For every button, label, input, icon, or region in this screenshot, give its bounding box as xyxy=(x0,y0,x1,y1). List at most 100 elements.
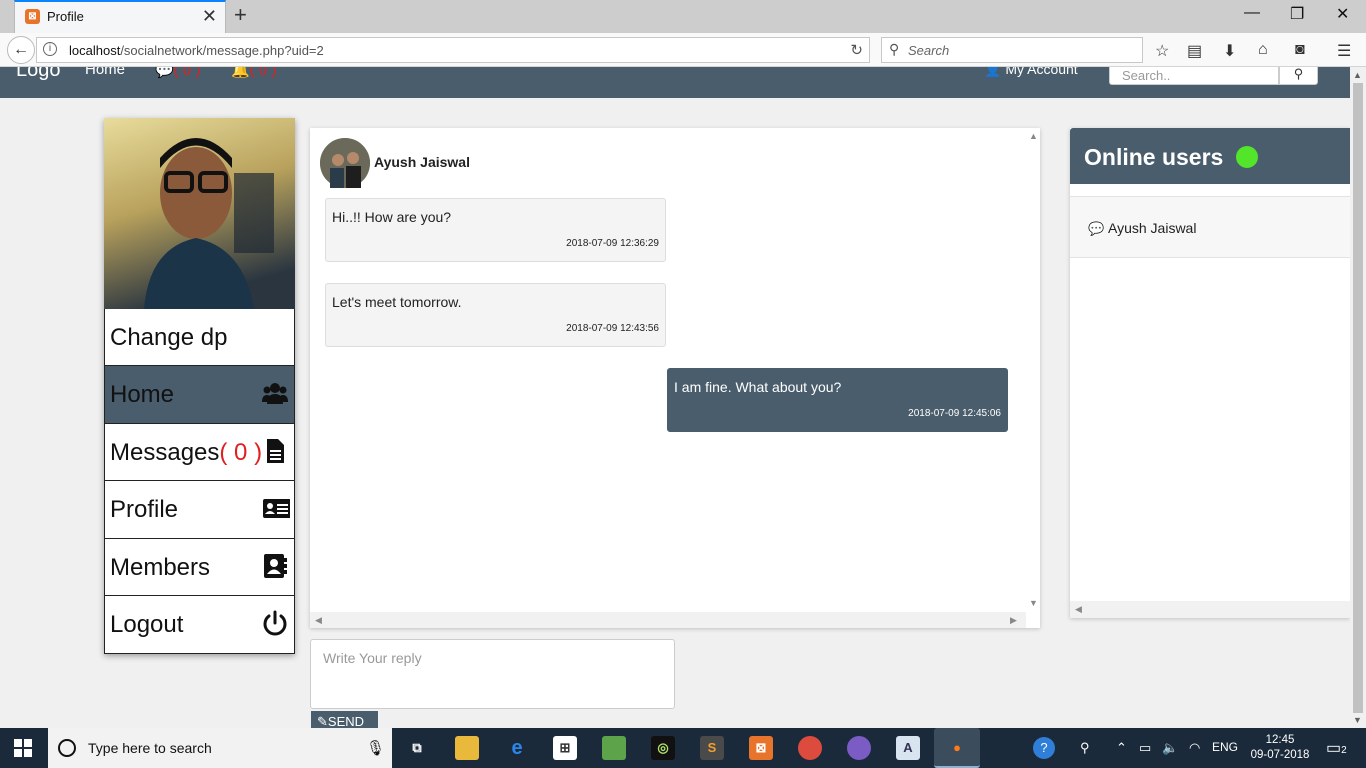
send-button[interactable]: ✎SEND xyxy=(311,711,378,728)
reply-textarea[interactable]: Write Your reply xyxy=(310,639,675,709)
page-scrollbar[interactable]: ▲ ▼ xyxy=(1350,67,1366,728)
taskbar-search-input[interactable]: Type here to search 🎙 xyxy=(48,728,392,768)
search-icon: ⚲ xyxy=(889,41,900,57)
id-card-icon xyxy=(263,499,290,518)
chevron-up-icon[interactable]: ⌃ xyxy=(1116,740,1127,756)
reload-icon[interactable]: ↻ xyxy=(850,41,863,59)
windows-start-icon[interactable] xyxy=(14,739,32,757)
online-users-title: Online users xyxy=(1084,144,1224,170)
close-tab-icon[interactable]: ✕ xyxy=(202,7,217,25)
scroll-down-icon[interactable]: ▼ xyxy=(1029,598,1038,608)
message-bubble: Let's meet tomorrow. 2018-07-09 12:43:56 xyxy=(325,283,666,347)
file-explorer-icon[interactable] xyxy=(455,736,479,760)
scroll-up-icon[interactable]: ▲ xyxy=(1029,131,1038,141)
bookmark-star-icon[interactable]: ☆ xyxy=(1155,41,1169,61)
help-icon[interactable]: ? xyxy=(1033,737,1055,759)
microphone-icon[interactable]: 🎙 xyxy=(366,739,385,757)
message-text: Let's meet tomorrow. xyxy=(332,294,462,310)
sidebar-item-home[interactable]: Home xyxy=(104,366,295,424)
online-users-header: Online users xyxy=(1070,128,1350,184)
users-icon xyxy=(262,383,288,404)
nav-notifications-link[interactable]: 🔔( 0 ) xyxy=(231,67,276,79)
xampp-icon[interactable]: ⊠ xyxy=(749,736,773,760)
nav-messages-link[interactable]: 💬( 0 ) xyxy=(155,67,200,79)
task-view-icon[interactable]: ⧉ xyxy=(405,736,429,760)
menu-icon[interactable]: ☰ xyxy=(1337,41,1351,61)
page-viewport: Logo Home 💬( 0 ) 🔔( 0 ) 👤 My Account Sea… xyxy=(0,67,1350,728)
sidebar-item-profile[interactable]: Profile xyxy=(104,481,295,539)
home-icon[interactable]: ⌂ xyxy=(1258,41,1268,59)
notification-center-icon[interactable]: ▭2 xyxy=(1326,738,1347,758)
wifi-icon[interactable]: ◠ xyxy=(1189,740,1200,756)
online-users-panel: Online users 💬 Ayush Jaiswal ◀ xyxy=(1070,128,1350,618)
sidebar-item-members[interactable]: Members xyxy=(104,538,295,596)
chat-horizontal-scrollbar[interactable]: ◀ ▶ xyxy=(310,612,1026,628)
scroll-left-icon[interactable]: ◀ xyxy=(315,615,322,626)
browser-tab-bar: ⊠ Profile ✕ + — ❐ ✕ xyxy=(0,0,1366,33)
scroll-left-icon[interactable]: ◀ xyxy=(1075,604,1082,615)
nav-home-link[interactable]: Home xyxy=(85,67,125,78)
online-users-scrollbar[interactable]: ◀ xyxy=(1070,601,1350,618)
scroll-down-icon[interactable]: ▼ xyxy=(1353,715,1362,725)
profile-photo xyxy=(104,118,295,309)
people-icon[interactable]: ⚲ xyxy=(1080,740,1090,756)
reading-list-icon[interactable]: ▤ xyxy=(1187,41,1202,61)
scroll-right-icon[interactable]: ▶ xyxy=(1010,615,1017,626)
online-user-item[interactable]: 💬 Ayush Jaiswal xyxy=(1070,196,1350,258)
tab-title: Profile xyxy=(47,9,84,24)
pocket-icon[interactable]: ◙ xyxy=(1295,41,1305,59)
online-user-name: Ayush Jaiswal xyxy=(1108,220,1197,236)
document-app-icon[interactable]: A xyxy=(896,736,920,760)
download-icon[interactable]: ⬇ xyxy=(1223,41,1236,61)
document-icon xyxy=(267,438,284,463)
scrollbar-thumb[interactable] xyxy=(1353,83,1363,713)
message-bubble-mine: I am fine. What about you? 2018-07-09 12… xyxy=(667,368,1008,432)
search-icon: ⚲ xyxy=(1293,67,1304,81)
site-search-input[interactable]: Search.. xyxy=(1109,67,1279,85)
bell-icon: 🔔 xyxy=(231,67,250,79)
user-icon: 👤 xyxy=(984,67,1002,77)
sidebar-item-logout[interactable]: Logout xyxy=(104,596,295,654)
url-bar[interactable]: i localhost/socialnetwork/message.php?ui… xyxy=(36,37,870,63)
windows-taskbar: Type here to search 🎙 ⧉ e ⊞ ◎ S ⊠ A ● ? … xyxy=(0,728,1366,768)
minimize-icon[interactable]: — xyxy=(1244,4,1260,22)
firefox-icon[interactable]: ● xyxy=(934,728,980,768)
chrome-icon[interactable] xyxy=(798,736,822,760)
contact-name: Ayush Jaiswal xyxy=(374,154,470,170)
power-icon xyxy=(263,610,287,636)
evernote-icon[interactable] xyxy=(602,736,626,760)
change-dp-button[interactable]: Change dp xyxy=(104,309,295,366)
message-text: Hi..!! How are you? xyxy=(332,209,452,225)
browser-search-input[interactable]: ⚲ Search xyxy=(881,37,1143,63)
comment-icon: 💬 xyxy=(1088,221,1105,236)
browser-tab[interactable]: ⊠ Profile ✕ xyxy=(14,0,226,33)
language-indicator[interactable]: ENG xyxy=(1212,740,1238,754)
sidebar-item-messages[interactable]: Messages( 0 ) xyxy=(104,423,295,481)
app-icon[interactable] xyxy=(847,736,871,760)
online-status-dot xyxy=(1236,146,1258,168)
edge-icon[interactable]: e xyxy=(505,736,529,760)
battery-icon[interactable]: ▭ xyxy=(1139,740,1151,756)
back-button[interactable]: ← xyxy=(7,36,35,64)
message-time: 2018-07-09 12:36:29 xyxy=(566,238,659,249)
store-icon[interactable]: ⊞ xyxy=(553,736,577,760)
browser-toolbar: ← i localhost/socialnetwork/message.php?… xyxy=(0,33,1366,67)
message-bubble: Hi..!! How are you? 2018-07-09 12:36:29 xyxy=(325,198,666,262)
new-tab-button[interactable]: + xyxy=(234,4,247,26)
taskbar-clock[interactable]: 12:45 09-07-2018 xyxy=(1250,733,1310,763)
site-search-button[interactable]: ⚲ xyxy=(1279,67,1318,85)
site-info-icon[interactable]: i xyxy=(43,42,57,56)
scroll-up-icon[interactable]: ▲ xyxy=(1353,70,1362,80)
nav-account-link[interactable]: 👤 My Account xyxy=(984,67,1078,78)
restore-icon[interactable]: ❐ xyxy=(1290,4,1304,24)
site-logo[interactable]: Logo xyxy=(16,67,61,82)
comments-icon: 💬 xyxy=(155,67,174,79)
sublime-text-icon[interactable]: S xyxy=(700,736,724,760)
volume-icon[interactable]: 🔈 xyxy=(1162,740,1178,756)
pencil-icon: ✎ xyxy=(317,714,328,728)
chat-vertical-scrollbar[interactable]: ▲ ▼ xyxy=(1026,128,1040,612)
tripadvisor-icon[interactable]: ◎ xyxy=(651,736,675,760)
window-close-icon[interactable]: ✕ xyxy=(1336,4,1349,24)
site-navbar: Logo Home 💬( 0 ) 🔔( 0 ) 👤 My Account Sea… xyxy=(0,67,1350,98)
url-text: localhost/socialnetwork/message.php?uid=… xyxy=(69,43,324,58)
